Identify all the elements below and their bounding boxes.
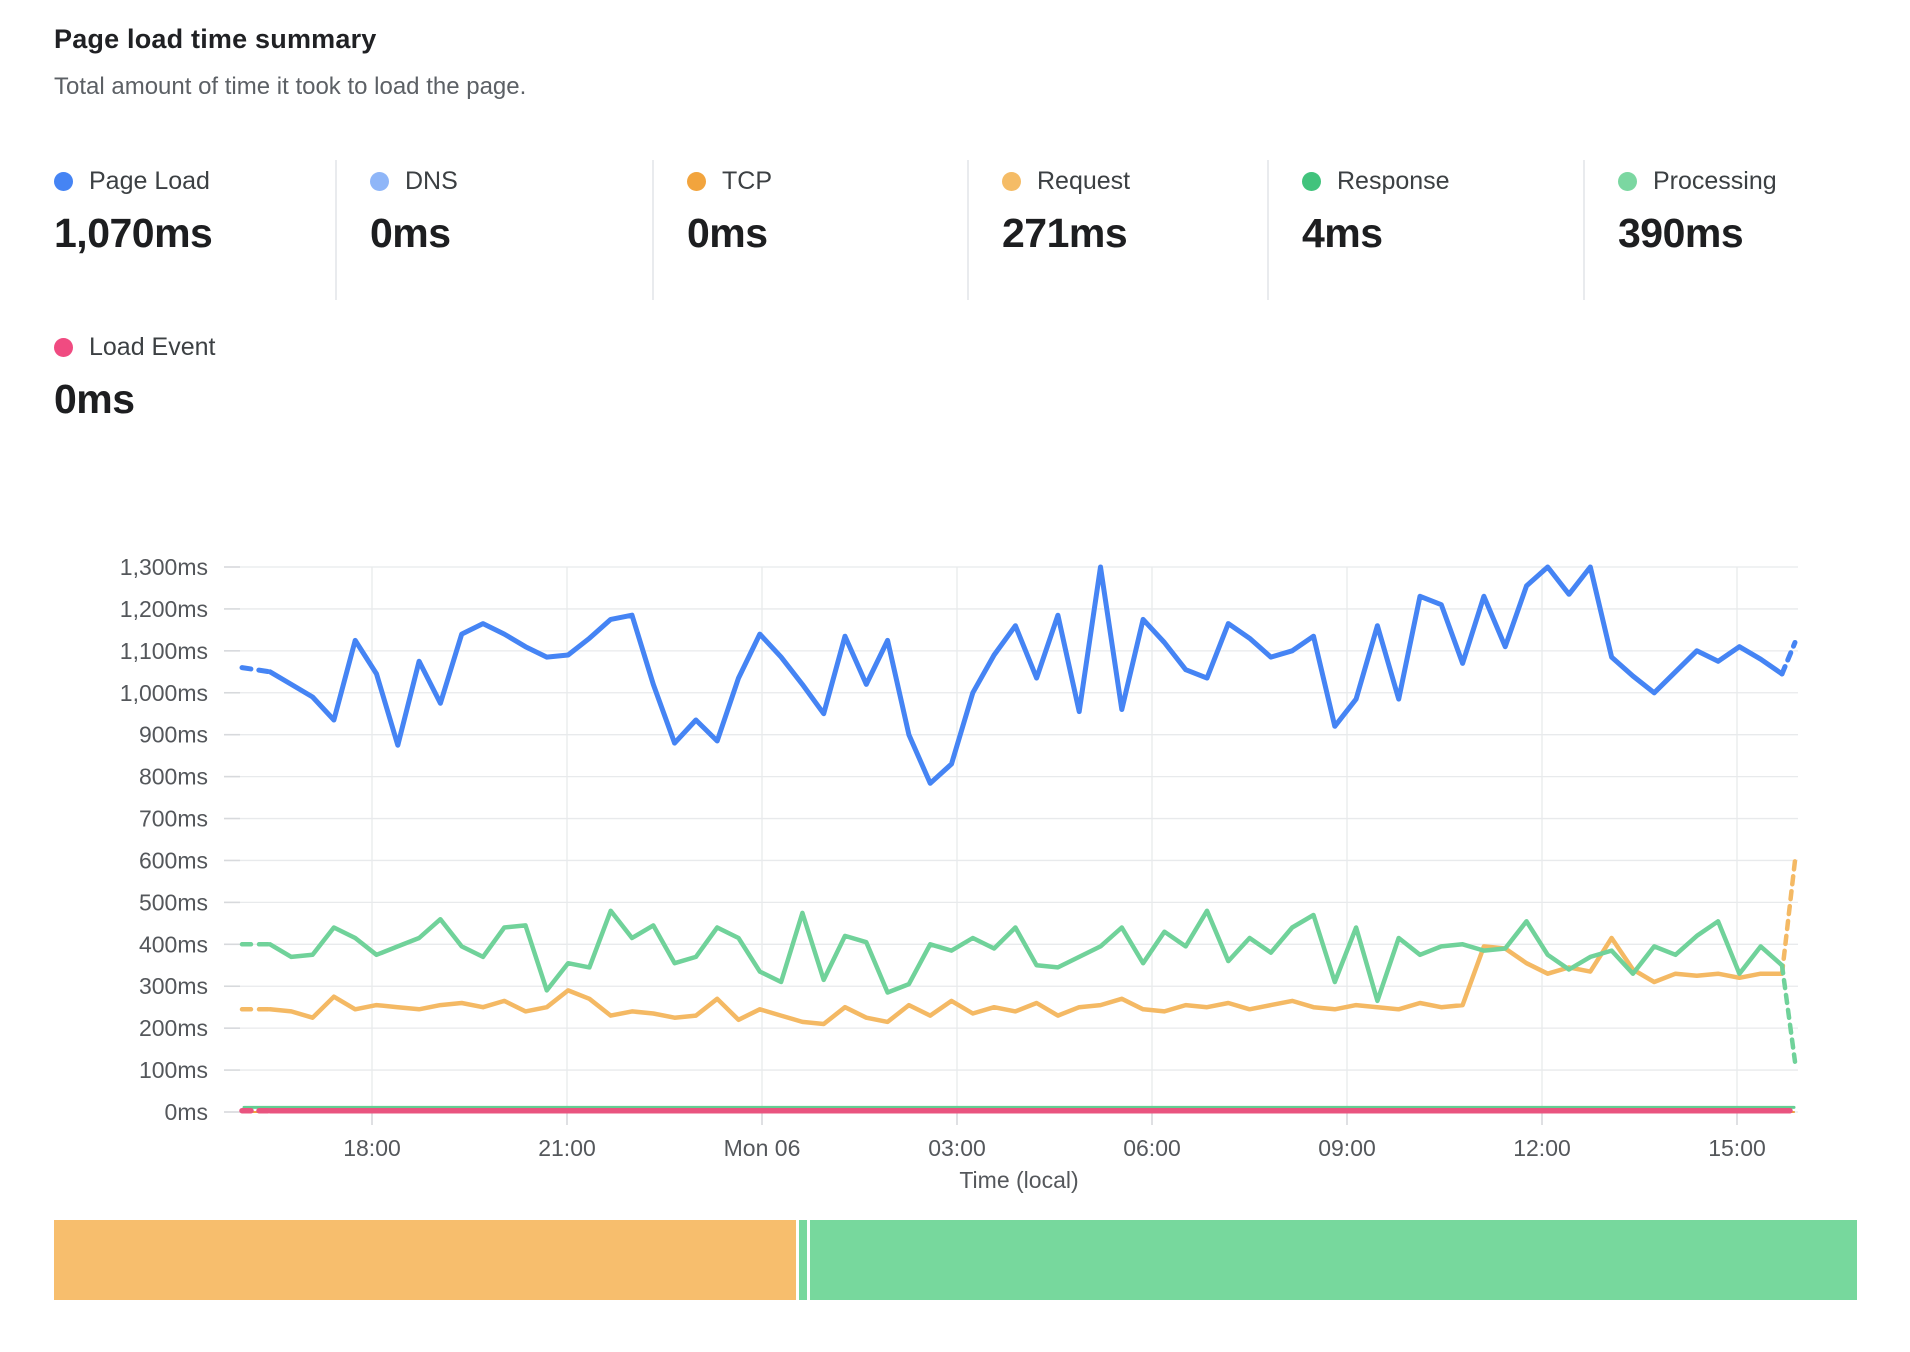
metric-load-event[interactable]: Load Event 0ms: [54, 332, 216, 423]
y-tick-label: 1,300ms: [120, 554, 208, 580]
metric-request[interactable]: Request 271ms: [967, 160, 1267, 300]
y-tick-label: 800ms: [139, 764, 208, 790]
page-title: Page load time summary: [54, 24, 526, 55]
metric-value: 390ms: [1618, 210, 1883, 257]
x-tick-label: 12:00: [1513, 1135, 1571, 1161]
response-legend-dot: [1302, 172, 1321, 191]
y-tick-label: 300ms: [139, 973, 208, 999]
processing-legend-dot: [1618, 172, 1637, 191]
x-tick-label: 15:00: [1708, 1135, 1766, 1161]
x-tick-label: 09:00: [1318, 1135, 1376, 1161]
y-tick-label: 900ms: [139, 722, 208, 748]
x-axis-title: Time (local): [959, 1167, 1078, 1193]
metric-value: 271ms: [1002, 210, 1267, 257]
segment-sliver: [799, 1220, 807, 1300]
metric-value: 0ms: [370, 210, 652, 257]
series-line-processing: [270, 911, 1782, 1001]
metric-processing[interactable]: Processing 390ms: [1583, 160, 1883, 300]
metric-label: TCP: [722, 167, 772, 196]
y-tick-label: 200ms: [139, 1015, 208, 1041]
panel-header: Page load time summary Total amount of t…: [54, 24, 526, 101]
tcp-legend-dot: [687, 172, 706, 191]
metric-value: 0ms: [687, 210, 967, 257]
page-load-legend-dot: [54, 172, 73, 191]
series-line-processing-tail-dash: [1782, 965, 1795, 1061]
y-tick-label: 600ms: [139, 847, 208, 873]
segment-request: [54, 1220, 796, 1300]
y-tick-label: 400ms: [139, 931, 208, 957]
series-line-page-load-tail-dash: [1782, 642, 1795, 673]
metric-label: Request: [1037, 167, 1130, 196]
request-legend-dot: [1002, 172, 1021, 191]
page-load-summary-panel: Page load time summary Total amount of t…: [0, 0, 1910, 1352]
metric-response[interactable]: Response 4ms: [1267, 160, 1583, 300]
load-phase-bar[interactable]: [54, 1220, 1857, 1300]
metric-value: 0ms: [54, 376, 216, 423]
metric-label: Processing: [1653, 167, 1777, 196]
x-tick-label: Mon 06: [724, 1135, 801, 1161]
dns-legend-dot: [370, 172, 389, 191]
y-tick-label: 1,200ms: [120, 596, 208, 622]
y-tick-label: 1,100ms: [120, 638, 208, 664]
x-tick-label: 03:00: [928, 1135, 986, 1161]
metric-label: DNS: [405, 167, 458, 196]
load-event-legend-dot: [54, 338, 73, 357]
y-tick-label: 0ms: [165, 1099, 208, 1125]
metric-label: Load Event: [89, 333, 216, 362]
series-line-page-load-lead-dash: [242, 668, 270, 672]
y-tick-label: 700ms: [139, 806, 208, 832]
x-tick-label: 18:00: [343, 1135, 401, 1161]
metric-summary-row: Page Load 1,070ms DNS 0ms TCP 0ms Reques…: [54, 160, 1883, 300]
page-load-time-chart[interactable]: 1,300ms 1,200ms 1,100ms 1,000ms 900ms 800ms 70…: [0, 420, 1910, 1220]
metric-page-load[interactable]: Page Load 1,070ms: [54, 160, 335, 300]
metric-label: Response: [1337, 167, 1450, 196]
y-tick-label: 1,000ms: [120, 680, 208, 706]
series-line-page-load: [270, 567, 1782, 783]
metric-value: 4ms: [1302, 210, 1583, 257]
metric-label: Page Load: [89, 167, 210, 196]
page-subtitle: Total amount of time it took to load the…: [54, 73, 526, 101]
metric-tcp[interactable]: TCP 0ms: [652, 160, 967, 300]
segment-processing: [810, 1220, 1857, 1300]
series-line-request-tail-dash: [1782, 860, 1795, 973]
x-tick-label: 21:00: [538, 1135, 596, 1161]
metric-value: 1,070ms: [54, 210, 335, 257]
y-tick-label: 500ms: [139, 889, 208, 915]
metric-dns[interactable]: DNS 0ms: [335, 160, 652, 300]
y-tick-label: 100ms: [139, 1057, 208, 1083]
x-tick-label: 06:00: [1123, 1135, 1181, 1161]
